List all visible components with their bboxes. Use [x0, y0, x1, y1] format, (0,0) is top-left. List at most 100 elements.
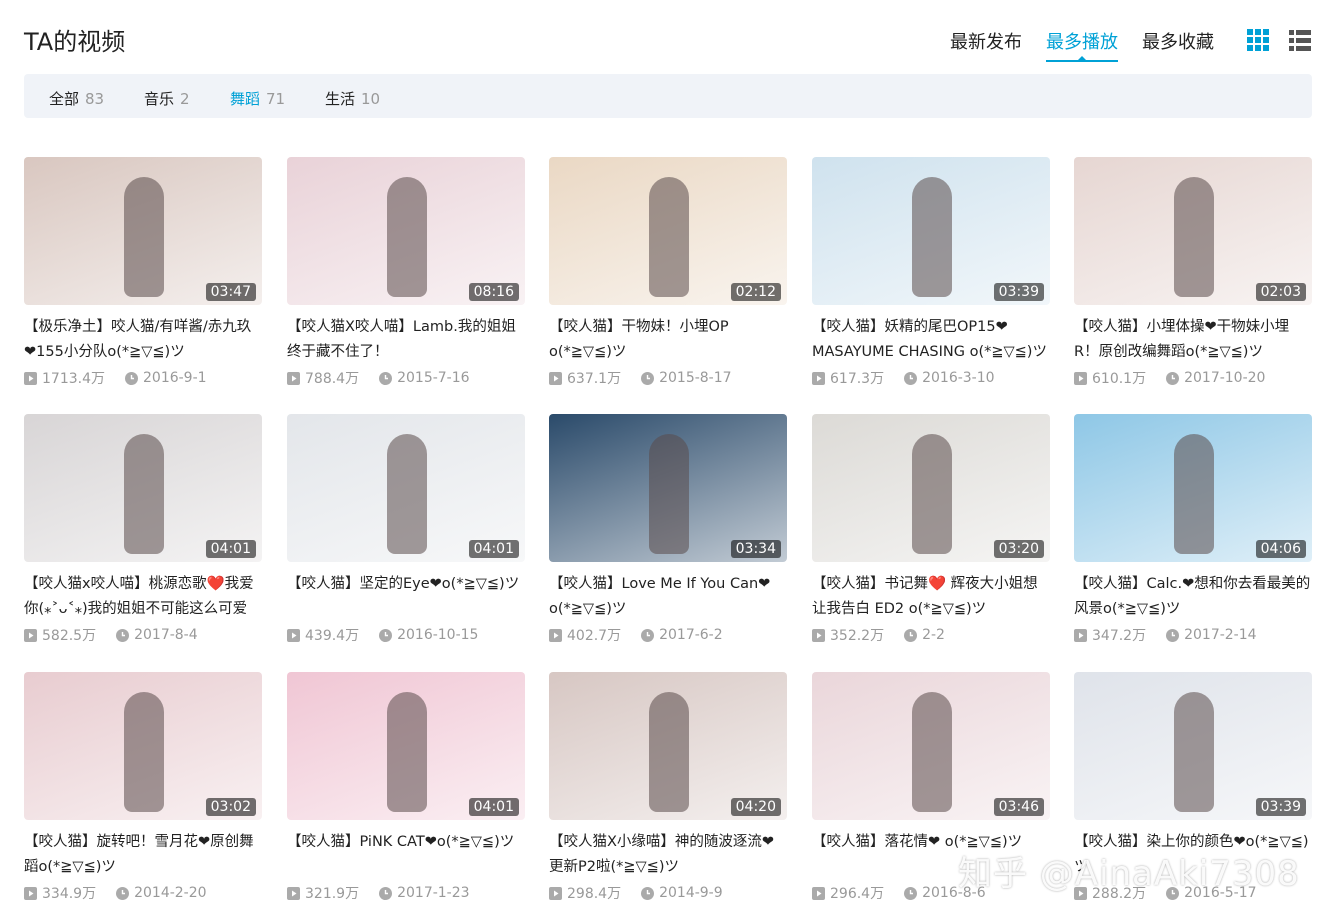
thumbnail-figure: [124, 434, 164, 554]
video-card[interactable]: 03:39 【咬人猫】妖精的尾巴OP15❤MASAYUME CHASING o(*…: [812, 157, 1050, 388]
video-duration: 03:20: [993, 540, 1044, 558]
thumbnail-figure: [649, 177, 689, 297]
clock-icon: [116, 628, 130, 642]
video-thumbnail[interactable]: 02:03: [1074, 157, 1312, 305]
video-card[interactable]: 04:06 【咬人猫】Calc.❤想和你去看最美的风景o(*≧▽≦)ツ 347.2万…: [1074, 414, 1312, 645]
publish-date: 2-2: [922, 627, 945, 643]
play-count: 1713.4万: [42, 371, 105, 387]
video-thumbnail[interactable]: 03:39: [812, 157, 1050, 305]
publish-date-wrap: 2014-9-9: [641, 885, 723, 901]
play-count-icon: [24, 371, 37, 385]
video-title[interactable]: 【咬人猫】PiNK CAT❤o(*≧▽≦)ツ: [287, 830, 525, 880]
video-thumbnail[interactable]: 04:06: [1074, 414, 1312, 562]
play-count-icon: [549, 886, 562, 900]
video-card[interactable]: 02:03 【咬人猫】小埋体操❤干物妹小埋R！原创改编舞蹈o(*≧▽≦)ツ 610.…: [1074, 157, 1312, 388]
video-duration: 03:39: [993, 283, 1044, 301]
video-title[interactable]: 【咬人猫】Calc.❤想和你去看最美的风景o(*≧▽≦)ツ: [1074, 572, 1312, 622]
video-card[interactable]: 04:01 【咬人猫】PiNK CAT❤o(*≧▽≦)ツ 321.9万 2017-1-…: [287, 672, 525, 903]
video-duration: 04:01: [205, 540, 256, 558]
clock-icon: [379, 371, 393, 385]
video-title[interactable]: 【咬人猫】书记舞❤️ 辉夜大小姐想让我告白 ED2 o(*≧▽≦)ツ: [812, 572, 1050, 622]
publish-date-wrap: 2017-6-2: [641, 627, 723, 643]
video-title[interactable]: 【咬人猫】妖精的尾巴OP15❤MASAYUME CHASING o(*≧▽≦)ツ: [812, 315, 1050, 365]
list-view-icon[interactable]: [1289, 29, 1311, 51]
publish-date-wrap: 2017-1-23: [379, 885, 470, 901]
tab-latest[interactable]: 最新发布: [950, 28, 1022, 62]
video-card[interactable]: 04:01 【咬人猫】坚定的Eye❤o(*≧▽≦)ツ 439.4万 2016-10-1…: [287, 414, 525, 645]
filter-all[interactable]: 全部 83: [49, 88, 104, 109]
filter-label: 全部: [49, 90, 80, 108]
thumbnail-figure: [1174, 177, 1214, 297]
video-thumbnail[interactable]: 04:01: [24, 414, 262, 562]
video-thumbnail[interactable]: 03:46: [812, 672, 1050, 820]
play-count-icon: [1074, 371, 1087, 385]
video-thumbnail[interactable]: 04:20: [549, 672, 787, 820]
video-card[interactable]: 02:12 【咬人猫】干物妹！小埋OP o(*≧▽≦)ツ 637.1万 2015-8-…: [549, 157, 787, 388]
clock-icon: [1166, 628, 1180, 642]
video-duration: 03:02: [205, 798, 256, 816]
video-card[interactable]: 03:20 【咬人猫】书记舞❤️ 辉夜大小姐想让我告白 ED2 o(*≧▽≦)ツ 3…: [812, 414, 1050, 645]
play-count: 402.7万: [567, 628, 622, 644]
thumbnail-figure: [1174, 692, 1214, 812]
video-title[interactable]: 【咬人猫】旋转吧！雪月花❤原创舞蹈o(*≧▽≦)ツ: [24, 830, 262, 880]
publish-date-wrap: 2015-8-17: [641, 370, 732, 386]
video-duration: 02:12: [730, 283, 781, 301]
filter-life[interactable]: 生活 10: [325, 88, 380, 109]
video-thumbnail[interactable]: 04:01: [287, 672, 525, 820]
video-card[interactable]: 03:02 【咬人猫】旋转吧！雪月花❤原创舞蹈o(*≧▽≦)ツ 334.9万 2014…: [24, 672, 262, 903]
video-meta: 439.4万 2016-10-15: [287, 625, 525, 645]
play-count-icon: [812, 371, 825, 385]
tab-most-played[interactable]: 最多播放: [1046, 28, 1118, 62]
filter-music[interactable]: 音乐 2: [144, 88, 190, 109]
play-count: 610.1万: [1092, 371, 1147, 387]
thumbnail-figure: [912, 692, 952, 812]
publish-date: 2017-1-23: [397, 885, 470, 901]
clock-icon: [379, 886, 393, 900]
play-count: 582.5万: [42, 628, 97, 644]
clock-icon: [379, 628, 393, 642]
video-meta: 347.2万 2017-2-14: [1074, 625, 1312, 645]
video-meta: 788.4万 2015-7-16: [287, 368, 525, 388]
play-count: 298.4万: [567, 886, 622, 902]
video-card[interactable]: 04:20 【咬人猫X小缘喵】神的随波逐流❤更新P2啦(*≧▽≦)ツ 298.4万 2…: [549, 672, 787, 903]
video-card[interactable]: 03:47 【极乐净土】咬人猫/有咩酱/赤九玖❤155小分队o(*≧▽≦)ツ 171…: [24, 157, 262, 388]
play-count: 439.4万: [305, 628, 360, 644]
video-card[interactable]: 03:34 【咬人猫】Love Me If You Can❤o(*≧▽≦)ツ 402…: [549, 414, 787, 645]
video-thumbnail[interactable]: 03:02: [24, 672, 262, 820]
grid-view-icon[interactable]: [1247, 29, 1269, 51]
filter-label: 舞蹈: [230, 90, 261, 108]
video-thumbnail[interactable]: 03:34: [549, 414, 787, 562]
thumbnail-figure: [912, 177, 952, 297]
publish-date: 2016-10-15: [397, 627, 479, 643]
video-card[interactable]: 08:16 【咬人猫X咬人喵】Lamb.我的姐姐终于藏不住了！ 788.4万 2015…: [287, 157, 525, 388]
clock-icon: [125, 371, 138, 385]
video-title[interactable]: 【咬人猫X咬人喵】Lamb.我的姐姐终于藏不住了！: [287, 315, 525, 365]
filter-dance[interactable]: 舞蹈 71: [230, 88, 285, 109]
clock-icon: [641, 886, 655, 900]
video-title[interactable]: 【咬人猫x咬人喵】桃源恋歌❤️我爱你(⁎˃ᴗ˂⁎)我的姐姐不可能这么可爱: [24, 572, 262, 622]
thumbnail-figure: [387, 692, 427, 812]
play-count-icon: [287, 886, 300, 900]
video-thumbnail[interactable]: 04:01: [287, 414, 525, 562]
play-count: 352.2万: [830, 628, 885, 644]
video-meta: 582.5万 2017-8-4: [24, 625, 262, 645]
video-thumbnail[interactable]: 03:47: [24, 157, 262, 305]
video-title[interactable]: 【极乐净土】咬人猫/有咩酱/赤九玖❤155小分队o(*≧▽≦)ツ: [24, 315, 262, 365]
video-thumbnail[interactable]: 08:16: [287, 157, 525, 305]
video-duration: 03:46: [993, 798, 1044, 816]
video-duration: 03:34: [730, 540, 781, 558]
video-title[interactable]: 【咬人猫】干物妹！小埋OP o(*≧▽≦)ツ: [549, 315, 787, 365]
clock-icon: [116, 886, 130, 900]
video-title[interactable]: 【咬人猫】小埋体操❤干物妹小埋R！原创改编舞蹈o(*≧▽≦)ツ: [1074, 315, 1312, 365]
video-duration: 04:01: [468, 540, 519, 558]
tab-most-favorited[interactable]: 最多收藏: [1142, 28, 1214, 62]
video-title[interactable]: 【咬人猫X小缘喵】神的随波逐流❤更新P2啦(*≧▽≦)ツ: [549, 830, 787, 880]
video-thumbnail[interactable]: 03:20: [812, 414, 1050, 562]
video-thumbnail[interactable]: 03:39: [1074, 672, 1312, 820]
play-count: 637.1万: [567, 371, 622, 387]
video-thumbnail[interactable]: 02:12: [549, 157, 787, 305]
video-title[interactable]: 【咬人猫】Love Me If You Can❤o(*≧▽≦)ツ: [549, 572, 787, 622]
video-card[interactable]: 04:01 【咬人猫x咬人喵】桃源恋歌❤️我爱你(⁎˃ᴗ˂⁎)我的姐姐不可能这么可…: [24, 414, 262, 645]
video-title[interactable]: 【咬人猫】坚定的Eye❤o(*≧▽≦)ツ: [287, 572, 525, 622]
clock-icon: [641, 628, 655, 642]
